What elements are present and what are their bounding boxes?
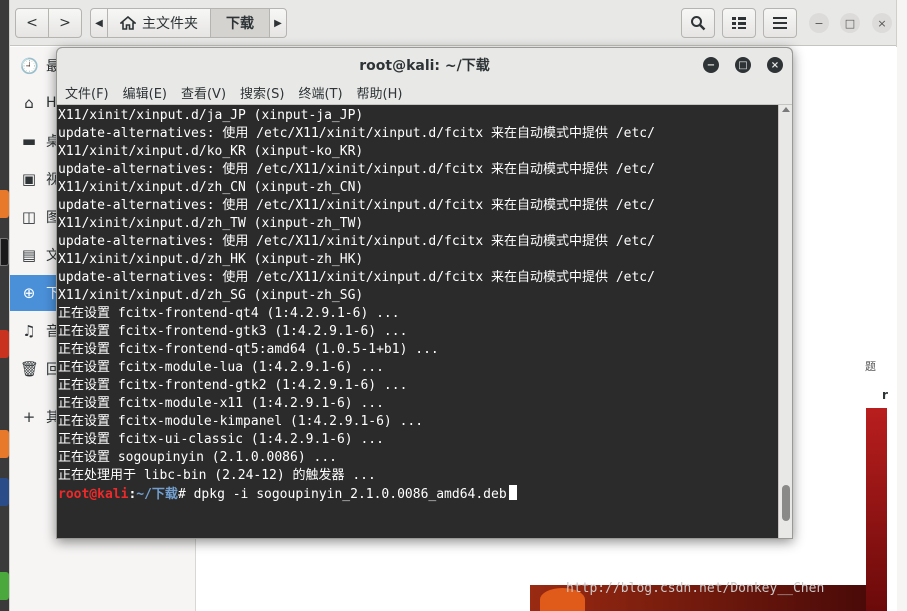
pathbar-home[interactable]: 主文件夹 — [107, 8, 211, 38]
home-icon — [120, 16, 136, 30]
side-panel-label: r — [882, 388, 888, 402]
terminal-titlebar[interactable]: root@kali: ~/下载 − □ × — [57, 48, 792, 81]
terminal-line: update-alternatives: 使用 /etc/X11/xinit/x… — [58, 162, 655, 177]
arrow-right-icon: ▶ — [274, 17, 282, 29]
menu-view[interactable]: 查看(V) — [181, 83, 226, 102]
terminal-line: X11/xinit/xinput.d/ko_KR (xinput-ko_KR) — [58, 144, 364, 159]
pathbar-scroll-left[interactable]: ◀ — [90, 8, 108, 38]
dock-app-red[interactable] — [0, 330, 9, 358]
terminal-line: 正在设置 fcitx-frontend-gtk3 (1:4.2.9.1-6) .… — [58, 324, 408, 339]
dock — [0, 0, 9, 611]
terminal-line: X11/xinit/xinput.d/zh_TW (xinput-zh_TW) — [58, 216, 364, 231]
file-manager-header: < > ◀ 主文件夹 下载 ▶ − □ × — [10, 0, 896, 46]
terminal-line: 正在设置 fcitx-ui-classic (1:4.2.9.1-6) ... — [58, 432, 384, 447]
pathbar-scroll-right[interactable]: ▶ — [269, 8, 287, 38]
hamburger-icon — [773, 17, 787, 29]
dock-app-blue[interactable] — [0, 478, 9, 506]
terminal-line: 正在设置 fcitx-frontend-gtk2 (1:4.2.9.1-6) .… — [58, 378, 408, 393]
chevron-right-icon: > — [59, 15, 71, 31]
back-button[interactable]: < — [15, 8, 49, 38]
dock-app-dark[interactable] — [0, 238, 9, 266]
text-cursor — [508, 485, 517, 500]
terminal-line: X11/xinit/xinput.d/zh_HK (xinput-zh_HK) — [58, 252, 364, 267]
prompt-symbol: # — [177, 487, 194, 502]
terminal-line: X11/xinit/xinput.d/zh_SG (xinput-zh_SG) — [58, 288, 364, 303]
terminal-line: 正在设置 fcitx-frontend-qt4 (1:4.2.9.1-6) ..… — [58, 306, 400, 321]
terminal-line: update-alternatives: 使用 /etc/X11/xinit/x… — [58, 270, 655, 285]
plus-icon: + — [22, 408, 36, 426]
terminal-prompt-line[interactable]: root@kali:~/下载# dpkg -i sogoupinyin_2.1.… — [58, 485, 778, 503]
terminal-output[interactable]: X11/xinit/xinput.d/ja_JP (xinput-ja_JP) … — [57, 105, 778, 538]
pathbar-home-label: 主文件夹 — [142, 16, 198, 32]
dock-app-green[interactable] — [0, 572, 9, 600]
minimize-icon: − — [814, 16, 824, 30]
view-toggle-button[interactable] — [722, 8, 756, 38]
prompt-command: dpkg -i sogoupinyin_2.1.0.0086_amd64.deb — [193, 487, 507, 502]
music-icon: ♫ — [22, 322, 36, 340]
menu-button[interactable] — [763, 8, 797, 38]
image-icon: ◫ — [21, 208, 37, 226]
fm-close-button[interactable]: × — [872, 13, 892, 33]
terminal-close-button[interactable]: × — [767, 57, 783, 73]
watermark: http://blog.csdn.net/Donkey__Chen — [566, 581, 825, 596]
menu-terminal[interactable]: 终端(T) — [298, 83, 342, 102]
side-panel-label: 题 — [865, 360, 876, 373]
video-icon: ▣ — [21, 170, 37, 188]
menu-help[interactable]: 帮助(H) — [357, 83, 403, 102]
terminal-line: 正在设置 fcitx-module-lua (1:4.2.9.1-6) ... — [58, 360, 384, 375]
trash-icon: 🗑 — [20, 360, 40, 378]
fm-maximize-button[interactable]: □ — [840, 13, 860, 33]
terminal-window: root@kali: ~/下载 − □ × 文件(F) 编辑(E) 查看(V) … — [56, 47, 793, 539]
terminal-menubar: 文件(F) 编辑(E) 查看(V) 搜索(S) 终端(T) 帮助(H) — [57, 81, 792, 105]
forward-button[interactable]: > — [48, 8, 82, 38]
arrow-left-icon: ◀ — [95, 17, 103, 29]
terminal-line: 正在处理用于 libc-bin (2.24-12) 的触发器 ... — [58, 468, 376, 483]
terminal-line: X11/xinit/xinput.d/zh_CN (xinput-zh_CN) — [58, 180, 364, 195]
terminal-minimize-button[interactable]: − — [703, 57, 719, 73]
terminal-line: update-alternatives: 使用 /etc/X11/xinit/x… — [58, 126, 655, 141]
pathbar-downloads[interactable]: 下载 — [210, 8, 270, 38]
dock-app-orange[interactable] — [0, 190, 9, 218]
terminal-line: 正在设置 fcitx-frontend-qt5:amd64 (1.0.5-1+b… — [58, 342, 439, 357]
chevron-left-icon: < — [26, 15, 38, 31]
document-icon: ▤ — [21, 246, 37, 264]
grid-list-icon — [732, 17, 746, 29]
terminal-line: 正在设置 fcitx-module-kimpanel (1:4.2.9.1-6)… — [58, 414, 424, 429]
pathbar-current-label: 下载 — [226, 16, 254, 32]
prompt-user: root@kali — [58, 487, 129, 502]
terminal-line: 正在设置 fcitx-module-x11 (1:4.2.9.1-6) ... — [58, 396, 384, 411]
maximize-icon: □ — [738, 59, 748, 71]
search-button[interactable] — [681, 8, 715, 38]
dock-app-orange2[interactable] — [0, 430, 9, 458]
menu-file[interactable]: 文件(F) — [65, 83, 109, 102]
prompt-path: ~/下载 — [136, 487, 178, 502]
terminal-maximize-button[interactable]: □ — [735, 57, 751, 73]
clock-icon: 🕘 — [20, 57, 39, 75]
terminal-line: update-alternatives: 使用 /etc/X11/xinit/x… — [58, 198, 655, 213]
fm-minimize-button[interactable]: − — [809, 13, 829, 33]
download-icon: ⊕ — [22, 284, 36, 302]
search-icon — [691, 16, 706, 31]
terminal-scrollbar[interactable] — [778, 105, 792, 538]
terminal-line: X11/xinit/xinput.d/ja_JP (xinput-ja_JP) — [58, 108, 364, 123]
terminal-title: root@kali: ~/下载 — [359, 57, 490, 74]
home-icon: ⌂ — [24, 94, 34, 112]
minimize-icon: − — [706, 59, 716, 71]
close-icon: × — [770, 59, 780, 71]
scroll-up-arrow-icon[interactable] — [782, 107, 790, 112]
terminal-line: update-alternatives: 使用 /etc/X11/xinit/x… — [58, 234, 655, 249]
menu-search[interactable]: 搜索(S) — [240, 83, 284, 102]
close-icon: × — [877, 16, 887, 30]
menu-edit[interactable]: 编辑(E) — [123, 83, 167, 102]
side-panel-image — [866, 408, 887, 611]
maximize-icon: □ — [844, 16, 856, 30]
terminal-line: 正在设置 sogoupinyin (2.1.0.0086) ... — [58, 450, 337, 465]
scrollbar-thumb[interactable] — [782, 485, 790, 521]
folder-icon: ▬ — [21, 132, 37, 150]
